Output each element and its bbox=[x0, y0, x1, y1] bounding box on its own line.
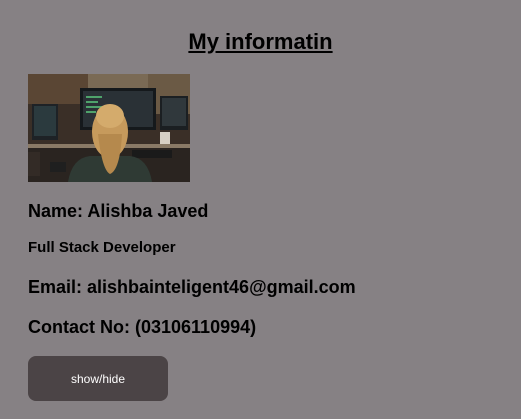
show-hide-button[interactable]: show/hide bbox=[28, 356, 168, 401]
contact-text: Contact No: (03106110994) bbox=[28, 317, 257, 337]
name-text: Name: Alishba Javed bbox=[28, 201, 209, 221]
role-text: Full Stack Developer bbox=[28, 239, 176, 256]
profile-photo bbox=[28, 74, 190, 182]
page-title: My informatin bbox=[188, 29, 333, 54]
email-text: Email: alishbainteligent46@gmail.com bbox=[28, 277, 356, 297]
